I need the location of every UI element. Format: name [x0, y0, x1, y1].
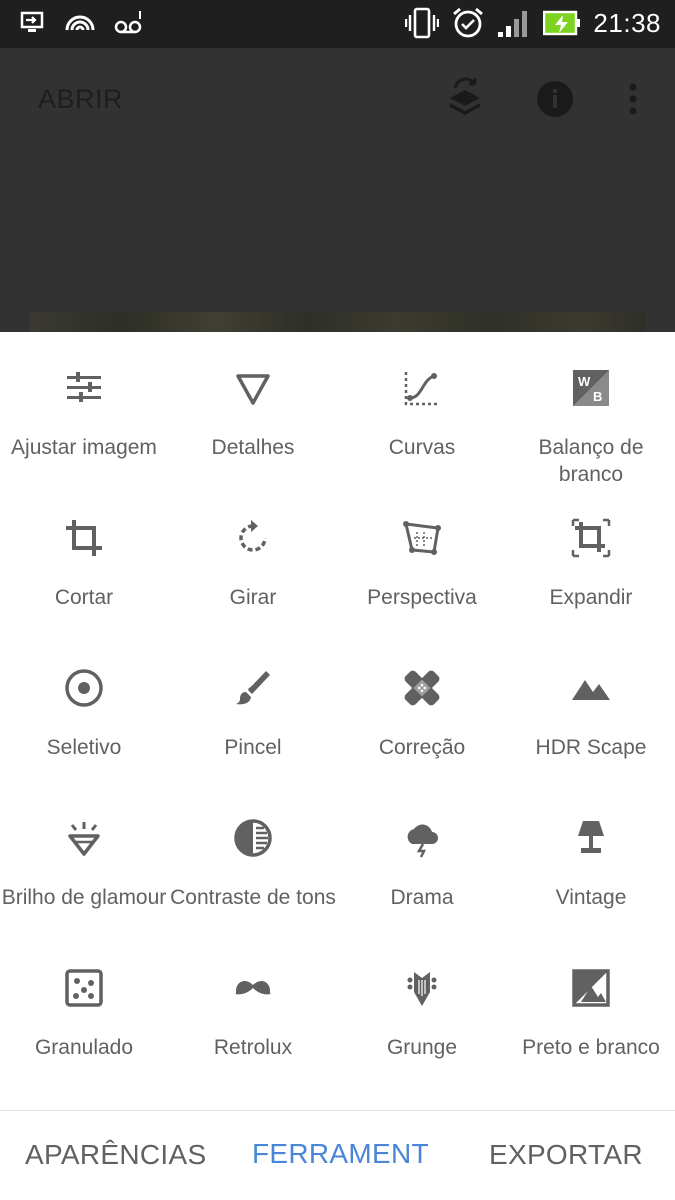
tool-label: Pincel [224, 736, 282, 759]
tool-label: Correção [378, 736, 466, 759]
tab-exportar[interactable]: EXPORTAR [489, 1139, 643, 1171]
bottom-navigation: APARÊNCIAS FERRAMENT EXPORTAR [0, 1110, 675, 1200]
photo-preview [30, 312, 645, 332]
perspective-icon [402, 518, 442, 558]
tool-label: Curvas [388, 436, 456, 459]
tool-brilho-de-glamour[interactable]: Brilho de glamour [0, 782, 168, 932]
tool-label: Detalhes [211, 436, 295, 459]
tool-contraste-de-tons[interactable]: Contraste de tons [169, 782, 337, 932]
tool-cortar[interactable]: Cortar [0, 482, 168, 632]
status-bar: 21:38 [0, 0, 675, 48]
rotate-icon [233, 518, 273, 558]
hotspot-icon [64, 10, 96, 34]
tool-girar[interactable]: Girar [169, 482, 337, 632]
tools-sheet: Ajustar imagem Detalhes Curvas WB Balanç… [0, 332, 675, 1110]
tool-ajustar-imagem[interactable]: Ajustar imagem [0, 332, 168, 482]
tool-label: Brilho de glamour [1, 886, 167, 909]
tool-label: Perspectiva [367, 586, 477, 609]
tool-label: Granulado [34, 1036, 134, 1059]
tool-label: Cortar [54, 586, 114, 609]
tool-label: Seletivo [46, 736, 122, 759]
healing-icon [402, 668, 442, 708]
tool-correcao[interactable]: Correção [338, 632, 506, 782]
mustache-icon [233, 968, 273, 1008]
tool-granulado[interactable]: Granulado [0, 932, 168, 1082]
triangle-icon [233, 368, 273, 408]
tool-expandir[interactable]: Expandir [507, 482, 675, 632]
more-vert-icon[interactable] [628, 82, 638, 121]
black-white-icon [571, 968, 611, 1008]
tool-label: Retrolux [213, 1036, 293, 1059]
storm-cloud-icon [402, 818, 442, 858]
tool-label: Contraste de tons [170, 886, 336, 909]
tool-vintage[interactable]: Vintage [507, 782, 675, 932]
crop-icon [64, 518, 104, 558]
alarm-icon [451, 6, 485, 40]
screen-cast-icon [20, 10, 46, 34]
vibrate-icon [405, 7, 440, 39]
tool-pincel[interactable]: Pincel [169, 632, 337, 782]
curves-icon [402, 368, 442, 408]
tool-retrolux[interactable]: Retrolux [169, 932, 337, 1082]
tool-grunge[interactable]: Grunge [338, 932, 506, 1082]
tune-icon [64, 368, 104, 408]
tool-label: HDR Scape [535, 736, 647, 759]
expand-icon [571, 518, 611, 558]
info-icon[interactable] [536, 80, 574, 123]
tool-perspectiva[interactable]: Perspectiva [338, 482, 506, 632]
tool-label: Expandir [549, 586, 633, 609]
svg-text:W: W [578, 374, 591, 389]
tool-label: Girar [229, 586, 277, 609]
tool-label: Ajustar imagem [11, 436, 157, 459]
selective-icon [64, 668, 104, 708]
app-top-area: ABRIR [0, 48, 675, 332]
tool-label: Preto e branco [522, 1036, 660, 1059]
tonal-contrast-icon [233, 818, 273, 858]
clock: 21:38 [593, 7, 661, 38]
brush-icon [233, 668, 273, 708]
tab-ferramentas[interactable]: FERRAMENT [252, 1138, 429, 1170]
guitar-head-icon [402, 968, 442, 1008]
tool-curvas[interactable]: Curvas [338, 332, 506, 482]
voicemail-icon [114, 9, 144, 35]
signal-icon [497, 8, 531, 38]
diamond-icon [64, 818, 104, 858]
tool-detalhes[interactable]: Detalhes [169, 332, 337, 482]
tool-preto-e-branco[interactable]: Preto e branco [507, 932, 675, 1082]
grain-icon [64, 968, 104, 1008]
tool-seletivo[interactable]: Seletivo [0, 632, 168, 782]
white-balance-icon: WB [571, 368, 611, 408]
lamp-icon [571, 818, 611, 858]
layers-rotate-icon[interactable] [447, 76, 483, 125]
svg-text:B: B [593, 389, 602, 404]
tool-label: Grunge [386, 1036, 458, 1059]
tool-hdr-scape[interactable]: HDR Scape [507, 632, 675, 782]
tool-balanco-de-branco[interactable]: WB Balanço de branco [507, 332, 675, 486]
tool-label: Vintage [555, 886, 627, 909]
tool-drama[interactable]: Drama [338, 782, 506, 932]
open-button[interactable]: ABRIR [38, 84, 123, 115]
battery-charging-icon [543, 9, 581, 37]
tool-label: Balanço de branco [538, 436, 644, 486]
tool-label: Drama [390, 886, 454, 909]
tab-aparencias[interactable]: APARÊNCIAS [25, 1139, 206, 1171]
mountain-icon [571, 668, 611, 708]
